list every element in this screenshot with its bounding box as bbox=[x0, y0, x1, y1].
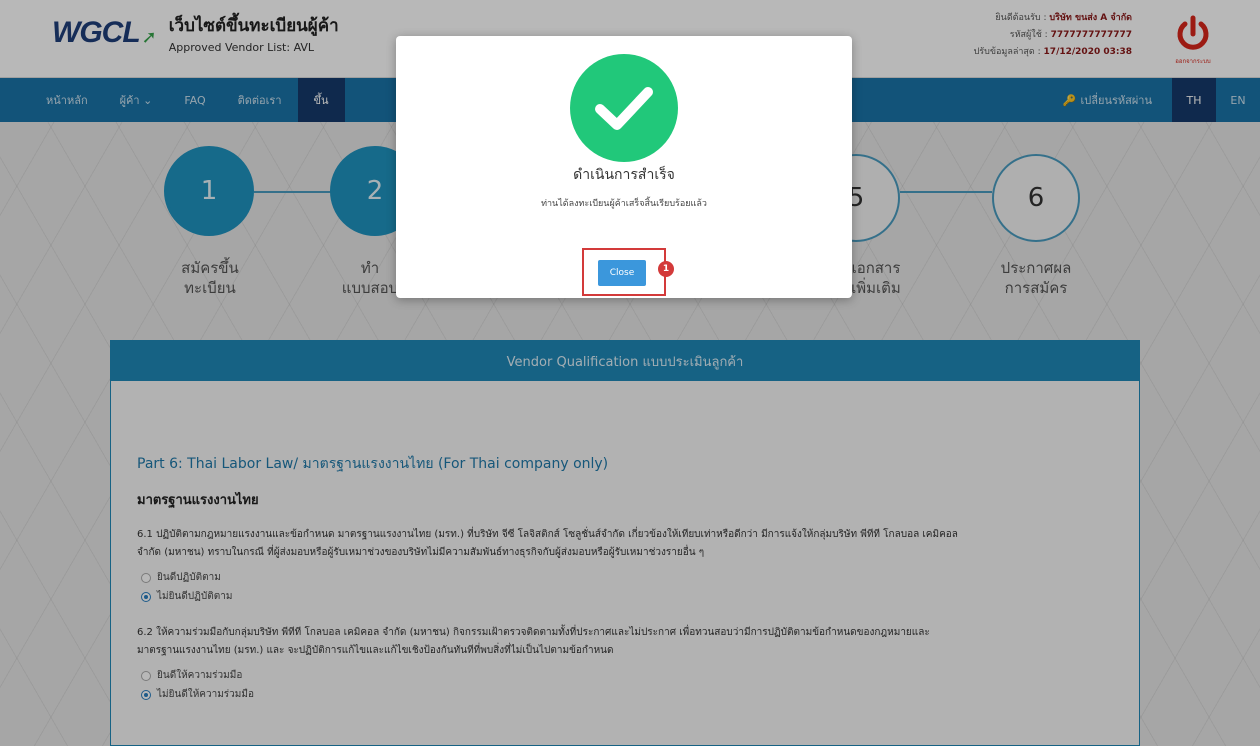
success-check-icon bbox=[570, 54, 678, 162]
modal-message: ท่านได้ลงทะเบียนผู้ค้าเสร็จสิ้นเรียบร้อย… bbox=[541, 199, 707, 209]
step-badge: 1 bbox=[658, 261, 674, 277]
close-button[interactable]: Close bbox=[598, 260, 646, 286]
success-modal: ดำเนินการสำเร็จ ท่านได้ลงทะเบียนผู้ค้าเส… bbox=[396, 36, 852, 298]
modal-title: ดำเนินการสำเร็จ bbox=[573, 167, 675, 183]
